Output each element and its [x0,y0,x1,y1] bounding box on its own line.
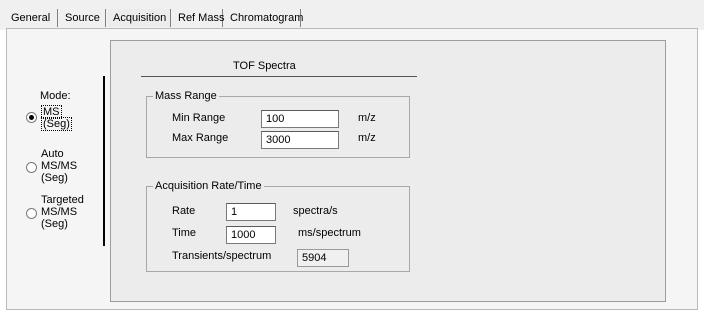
mode-option-auto-msms-line3: (Seg) [41,172,68,184]
mode-option-targeted-msms-radio[interactable] [26,208,37,219]
tof-spectra-title: TOF Spectra [233,60,296,72]
tab-source[interactable]: Source [60,9,106,27]
acquisition-rate-legend: Acquisition Rate/Time [153,180,264,192]
mode-option-auto-msms-radio[interactable] [26,162,37,173]
mode-option-ms-line2: (Seg) [43,118,70,130]
mode-option-targeted-msms-line2: MS/MS [41,206,78,218]
rate-unit: spectra/s [293,205,338,217]
rate-label: Rate [172,205,196,217]
min-range-unit: m/z [358,112,376,124]
mass-range-legend: Mass Range [153,90,219,102]
tab-strip: General Source Acquisition Ref Mass Chro… [0,0,704,30]
tab-chromatogram[interactable]: Chromatogram [225,9,303,27]
max-range-input[interactable]: 3000 [261,131,339,149]
mode-option-targeted-msms-line3: (Seg) [41,218,68,230]
mode-divider [103,76,105,246]
transients-readout: 5904 [297,249,349,267]
mode-label: Mode: [40,90,71,102]
tab-acquisition[interactable]: Acquisition [108,9,171,27]
time-input[interactable]: 1000 [226,226,276,244]
mode-option-auto-msms-label[interactable]: Auto MS/MS (Seg) [41,148,77,184]
mode-option-targeted-msms-label[interactable]: Targeted MS/MS (Seg) [41,194,84,230]
rate-input[interactable]: 1 [226,203,276,221]
mode-option-targeted-msms-line1: Targeted [41,194,84,206]
transients-label: Transients/spectrum [172,250,272,262]
max-range-unit: m/z [358,132,376,144]
mode-option-auto-msms-line1: Auto [41,148,64,160]
time-label: Time [172,227,197,239]
mode-option-auto-msms-line2: MS/MS [41,160,78,172]
max-range-label: Max Range [172,132,229,144]
tof-spectra-divider [141,76,417,77]
mode-option-ms-label[interactable]: MS (Seg) [41,105,72,131]
time-unit: ms/spectrum [298,227,361,239]
min-range-label: Min Range [172,112,226,124]
tab-ref-mass[interactable]: Ref Mass [173,9,224,27]
min-range-input[interactable]: 100 [261,110,339,128]
tab-general[interactable]: General [6,9,58,27]
mode-option-ms-radio[interactable] [26,112,37,123]
